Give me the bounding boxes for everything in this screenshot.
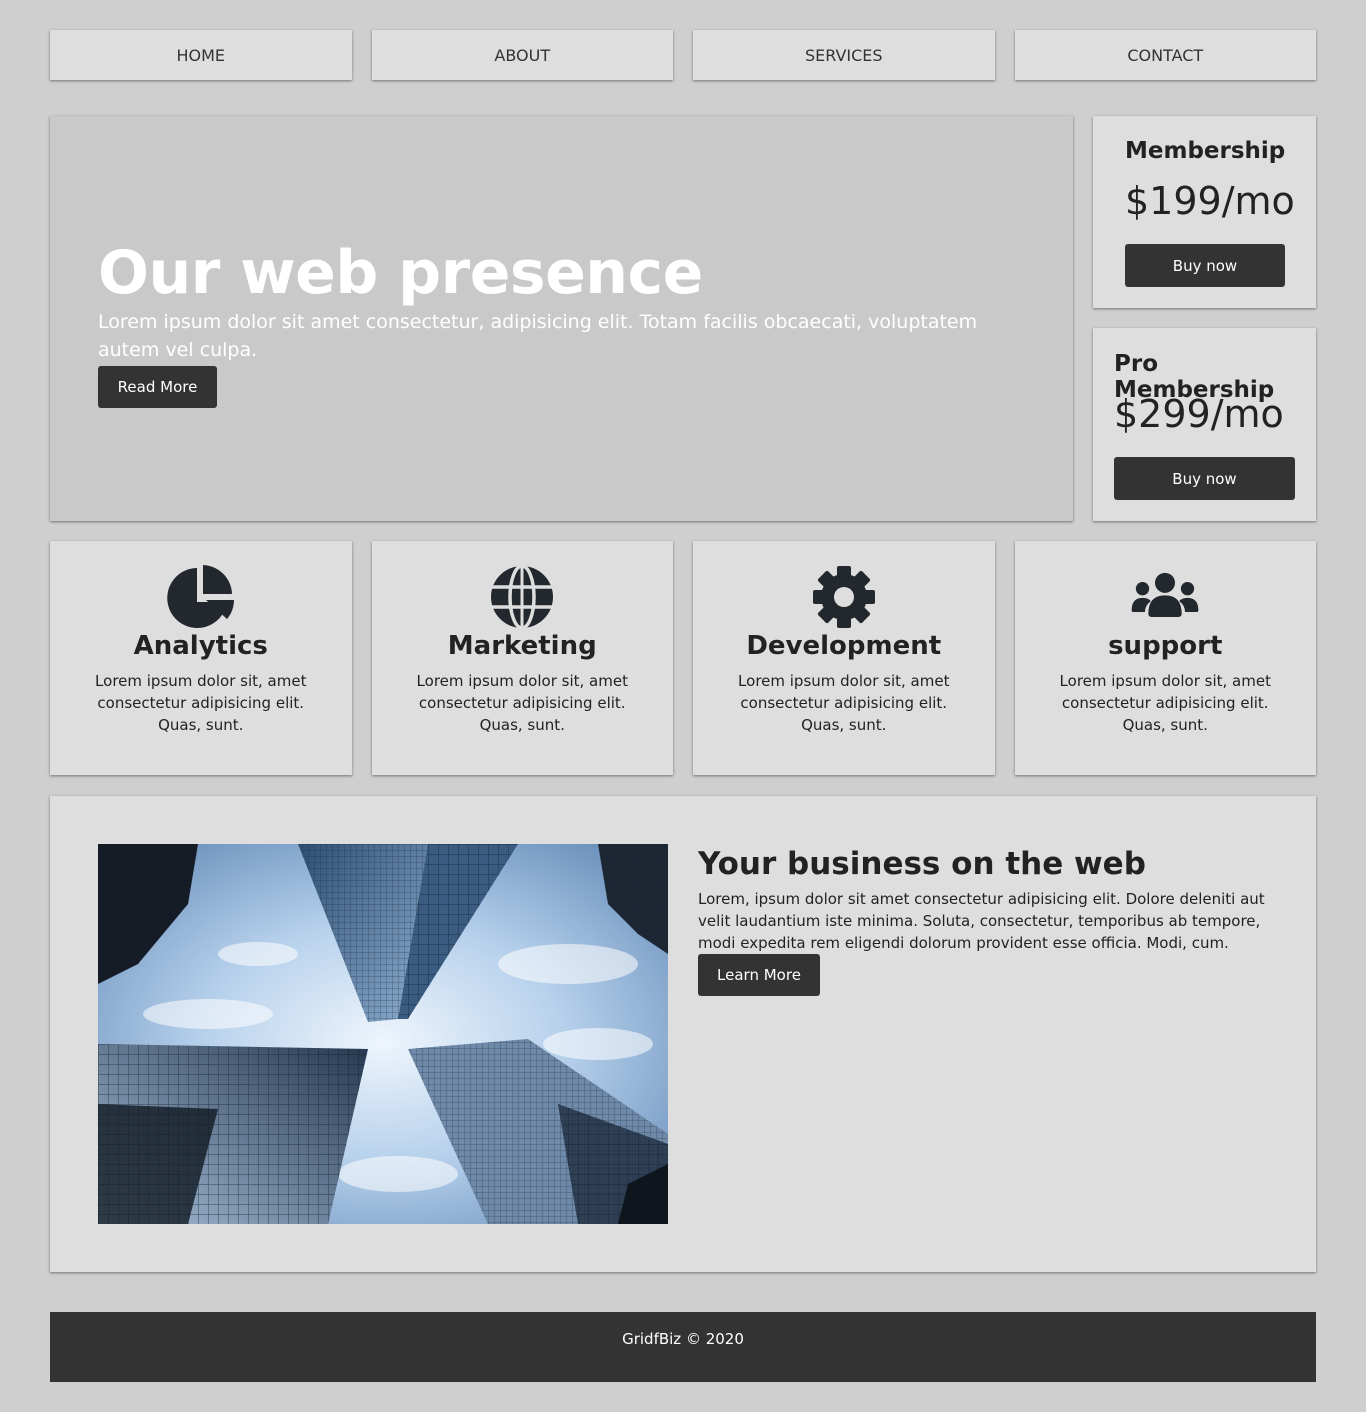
globe-icon bbox=[487, 565, 557, 629]
learn-more-button[interactable]: Learn More bbox=[698, 954, 820, 996]
footer-text: GridfBiz © 2020 bbox=[622, 1330, 744, 1348]
hero-section: Our web presence Lorem ipsum dolor sit a… bbox=[50, 116, 1073, 521]
skyscrapers-image bbox=[98, 844, 668, 1224]
info-text: Lorem, ipsum dolor sit amet consectetur … bbox=[698, 890, 1265, 952]
hero-content: Our web presence Lorem ipsum dolor sit a… bbox=[98, 234, 1028, 408]
service-text: Lorem ipsum dolor sit, amet consectetur … bbox=[95, 672, 307, 734]
top-nav: HOME ABOUT SERVICES CONTACT bbox=[50, 30, 1316, 80]
services-section: Analytics Lorem ipsum dolor sit, amet co… bbox=[50, 541, 1316, 775]
membership-card: Membership $199/mo Buy now bbox=[1093, 116, 1316, 308]
pro-membership-buy-button[interactable]: Buy now bbox=[1114, 457, 1295, 500]
users-icon bbox=[1130, 565, 1200, 629]
service-title: Marketing bbox=[447, 631, 597, 661]
cog-icon bbox=[809, 565, 879, 629]
hero-title: Our web presence bbox=[98, 238, 703, 308]
service-title: support bbox=[1108, 631, 1223, 661]
info-section: Your business on the web Lorem, ipsum do… bbox=[50, 796, 1316, 1272]
service-text: Lorem ipsum dolor sit, amet consectetur … bbox=[738, 672, 950, 734]
info-title: Your business on the web bbox=[698, 846, 1146, 882]
service-marketing: Marketing Lorem ipsum dolor sit, amet co… bbox=[371, 541, 673, 775]
service-title: Analytics bbox=[133, 631, 268, 661]
service-development: Development Lorem ipsum dolor sit, amet … bbox=[693, 541, 995, 775]
chart-pie-icon bbox=[166, 565, 236, 629]
service-text: Lorem ipsum dolor sit, amet consectetur … bbox=[416, 672, 628, 734]
membership-buy-button[interactable]: Buy now bbox=[1125, 244, 1285, 287]
service-analytics: Analytics Lorem ipsum dolor sit, amet co… bbox=[50, 541, 352, 775]
nav-contact[interactable]: CONTACT bbox=[1014, 30, 1316, 80]
pro-membership-card: Pro Membership $299/mo Buy now bbox=[1093, 328, 1316, 521]
read-more-button[interactable]: Read More bbox=[98, 366, 217, 408]
pro-membership-price: $299/mo bbox=[1114, 392, 1284, 436]
membership-price: $199/mo bbox=[1125, 179, 1295, 223]
service-support: support Lorem ipsum dolor sit, amet cons… bbox=[1014, 541, 1316, 775]
info-content: Your business on the web Lorem, ipsum do… bbox=[698, 844, 1278, 996]
membership-title: Membership bbox=[1125, 138, 1286, 164]
nav-home[interactable]: HOME bbox=[50, 30, 352, 80]
service-text: Lorem ipsum dolor sit, amet consectetur … bbox=[1059, 672, 1271, 734]
service-title: Development bbox=[746, 631, 942, 661]
nav-services[interactable]: SERVICES bbox=[693, 30, 995, 80]
nav-about[interactable]: ABOUT bbox=[371, 30, 673, 80]
hero-text: Lorem ipsum dolor sit amet consectetur, … bbox=[98, 311, 978, 361]
footer: GridfBiz © 2020 bbox=[50, 1312, 1316, 1382]
